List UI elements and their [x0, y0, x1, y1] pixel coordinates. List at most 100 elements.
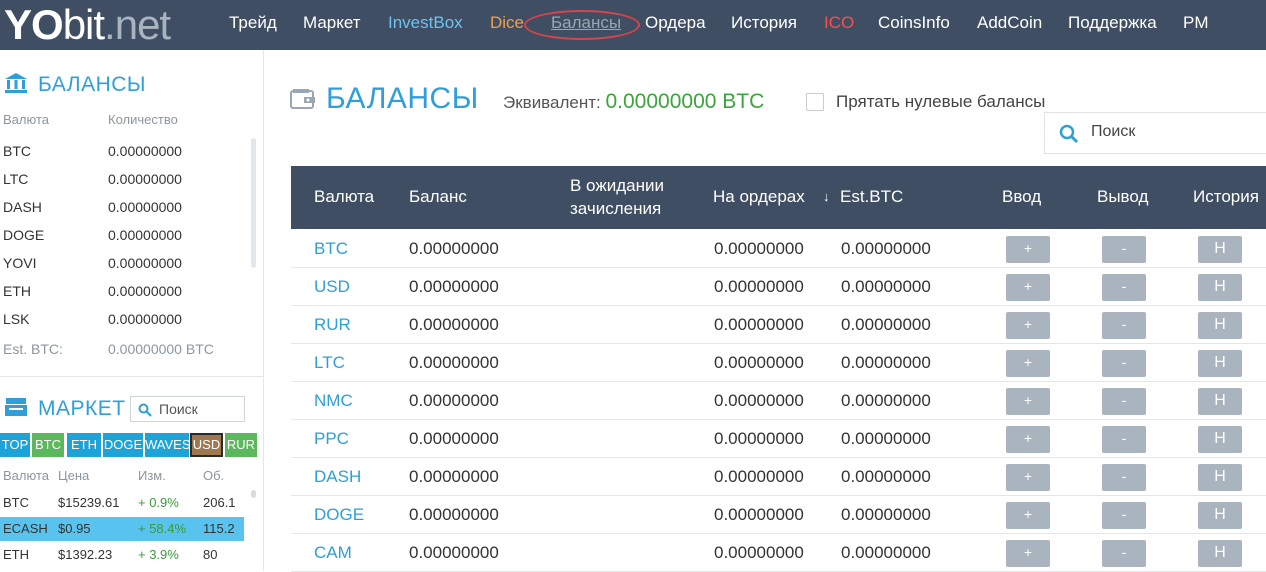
sidebar-col-amount: Количество — [108, 112, 178, 127]
th-balance[interactable]: Баланс — [409, 187, 467, 207]
row-on-orders: 0.00000000 — [714, 505, 804, 524]
history-button[interactable]: H — [1198, 502, 1242, 529]
market-row-volume: 206.1 — [203, 495, 236, 510]
market-col-price: Цена — [58, 468, 90, 483]
withdraw-button[interactable]: - — [1102, 274, 1146, 301]
logo[interactable]: YObit.net — [4, 2, 171, 48]
sidebar-balance-currency: DASH — [3, 199, 42, 215]
sidebar-balance-row[interactable]: ETH 0.00000000 — [0, 283, 244, 311]
market-row-volume: 115.2 — [203, 521, 235, 536]
sidebar-balance-row[interactable]: LTC 0.00000000 — [0, 171, 244, 199]
balances-table-header: Валюта Баланс В ожидании зачисления На о… — [291, 166, 1266, 229]
market-row[interactable]: BTC $15239.61 + 0.9% 206.1 — [0, 491, 244, 515]
row-currency-link[interactable]: NMC — [314, 391, 353, 411]
history-button[interactable]: H — [1198, 388, 1242, 415]
history-button[interactable]: H — [1198, 274, 1242, 301]
withdraw-button[interactable]: - — [1102, 312, 1146, 339]
deposit-button[interactable]: + — [1006, 540, 1050, 567]
est-btc-value: 0.00000000 BTC — [108, 341, 214, 357]
market-row-volume: 80 — [203, 547, 218, 562]
balances-table-row: BTC 0.00000000 0.00000000 0.00000000 + - H — [291, 230, 1266, 268]
nav-investbox[interactable]: InvestBox — [388, 13, 463, 33]
history-button[interactable]: H — [1198, 464, 1242, 491]
market-search-input[interactable]: Поиск — [130, 396, 245, 422]
nav-addcoin[interactable]: AddCoin — [977, 13, 1042, 33]
row-est-btc: 0.00000000 — [841, 277, 931, 296]
th-currency[interactable]: Валюта — [314, 187, 374, 207]
market-col-change: Изм. — [138, 468, 166, 483]
market-tab-doge[interactable]: DOGE — [103, 433, 143, 457]
market-tab-rur[interactable]: RUR — [225, 433, 257, 457]
history-button[interactable]: H — [1198, 350, 1242, 377]
nav-support[interactable]: Поддержка — [1068, 13, 1157, 33]
row-currency-link[interactable]: BTC — [314, 239, 348, 259]
nav-balances-highlight — [524, 10, 640, 40]
market-tab-usd[interactable]: USD — [190, 433, 223, 457]
hide-zero-label[interactable]: Прятать нулевые балансы — [836, 92, 1045, 112]
market-search-placeholder: Поиск — [159, 401, 198, 417]
sidebar-balance-row[interactable]: DASH 0.00000000 — [0, 199, 244, 227]
sidebar-balance-row[interactable]: DOGE 0.00000000 — [0, 227, 244, 255]
th-on-orders[interactable]: На ордерах — [713, 187, 805, 207]
history-button[interactable]: H — [1198, 426, 1242, 453]
deposit-button[interactable]: + — [1006, 274, 1050, 301]
sort-desc-icon[interactable]: ↓ — [823, 189, 830, 204]
market-row[interactable]: ETH $1392.23 + 3.9% 80 — [0, 543, 244, 567]
deposit-button[interactable]: + — [1006, 236, 1050, 263]
withdraw-button[interactable]: - — [1102, 502, 1146, 529]
balances-table-row: CAM 0.00000000 0.00000000 0.00000000 + - H — [291, 534, 1266, 572]
deposit-button[interactable]: + — [1006, 464, 1050, 491]
page-title: БАЛАНСЫ — [326, 82, 479, 115]
nav-market[interactable]: Маркет — [303, 13, 361, 33]
th-pending-2[interactable]: зачисления — [570, 199, 661, 219]
market-tab-eth[interactable]: ETH — [67, 433, 101, 457]
row-balance: 0.00000000 — [409, 239, 499, 258]
balances-search-input[interactable]: Поиск — [1044, 112, 1266, 154]
sidebar-col-currency: Валюта — [3, 112, 49, 127]
deposit-button[interactable]: + — [1006, 312, 1050, 339]
hide-zero-checkbox[interactable] — [806, 93, 824, 111]
sidebar-balance-row[interactable]: LSK 0.00000000 — [0, 311, 244, 339]
row-currency-link[interactable]: CAM — [314, 543, 352, 563]
nav-coinsinfo[interactable]: CoinsInfo — [878, 13, 950, 33]
sidebar-balance-amount: 0.00000000 — [108, 199, 182, 215]
nav-dice[interactable]: Dice — [490, 13, 524, 33]
market-scrollbar[interactable] — [251, 490, 256, 498]
market-tab-btc[interactable]: BTC — [32, 433, 64, 457]
market-row[interactable]: ECASH $0.95 + 58.4% 115.2 — [0, 517, 244, 541]
withdraw-button[interactable]: - — [1102, 236, 1146, 263]
th-est-btc[interactable]: Est.BTC — [840, 187, 903, 207]
withdraw-button[interactable]: - — [1102, 350, 1146, 377]
nav-pm[interactable]: PM — [1183, 13, 1209, 33]
history-button[interactable]: H — [1198, 236, 1242, 263]
deposit-button[interactable]: + — [1006, 388, 1050, 415]
nav-ico[interactable]: ICO — [824, 13, 854, 33]
sidebar-balance-row[interactable]: BTC 0.00000000 — [0, 143, 244, 171]
withdraw-button[interactable]: - — [1102, 540, 1146, 567]
row-currency-link[interactable]: RUR — [314, 315, 351, 335]
th-history: История — [1193, 187, 1259, 206]
balances-table-row: NMC 0.00000000 0.00000000 0.00000000 + - H — [291, 382, 1266, 420]
history-button[interactable]: H — [1198, 312, 1242, 339]
row-est-btc: 0.00000000 — [841, 391, 931, 410]
withdraw-button[interactable]: - — [1102, 426, 1146, 453]
deposit-button[interactable]: + — [1006, 350, 1050, 377]
sidebar-scrollbar[interactable] — [251, 138, 256, 268]
row-currency-link[interactable]: PPC — [314, 429, 349, 449]
row-currency-link[interactable]: DASH — [314, 467, 361, 487]
market-tab-waves[interactable]: WAVES — [145, 433, 191, 457]
sidebar-balance-row[interactable]: YOVI 0.00000000 — [0, 255, 244, 283]
market-tab-top[interactable]: TOP — [0, 433, 30, 457]
th-pending-1[interactable]: В ожидании — [570, 176, 664, 196]
withdraw-button[interactable]: - — [1102, 464, 1146, 491]
row-currency-link[interactable]: DOGE — [314, 505, 364, 525]
deposit-button[interactable]: + — [1006, 426, 1050, 453]
nav-history[interactable]: История — [731, 13, 797, 33]
nav-orders[interactable]: Ордера — [645, 13, 706, 33]
history-button[interactable]: H — [1198, 540, 1242, 567]
deposit-button[interactable]: + — [1006, 502, 1050, 529]
row-currency-link[interactable]: LTC — [314, 353, 345, 373]
nav-trade[interactable]: Трейд — [229, 13, 277, 33]
withdraw-button[interactable]: - — [1102, 388, 1146, 415]
row-currency-link[interactable]: USD — [314, 277, 350, 297]
